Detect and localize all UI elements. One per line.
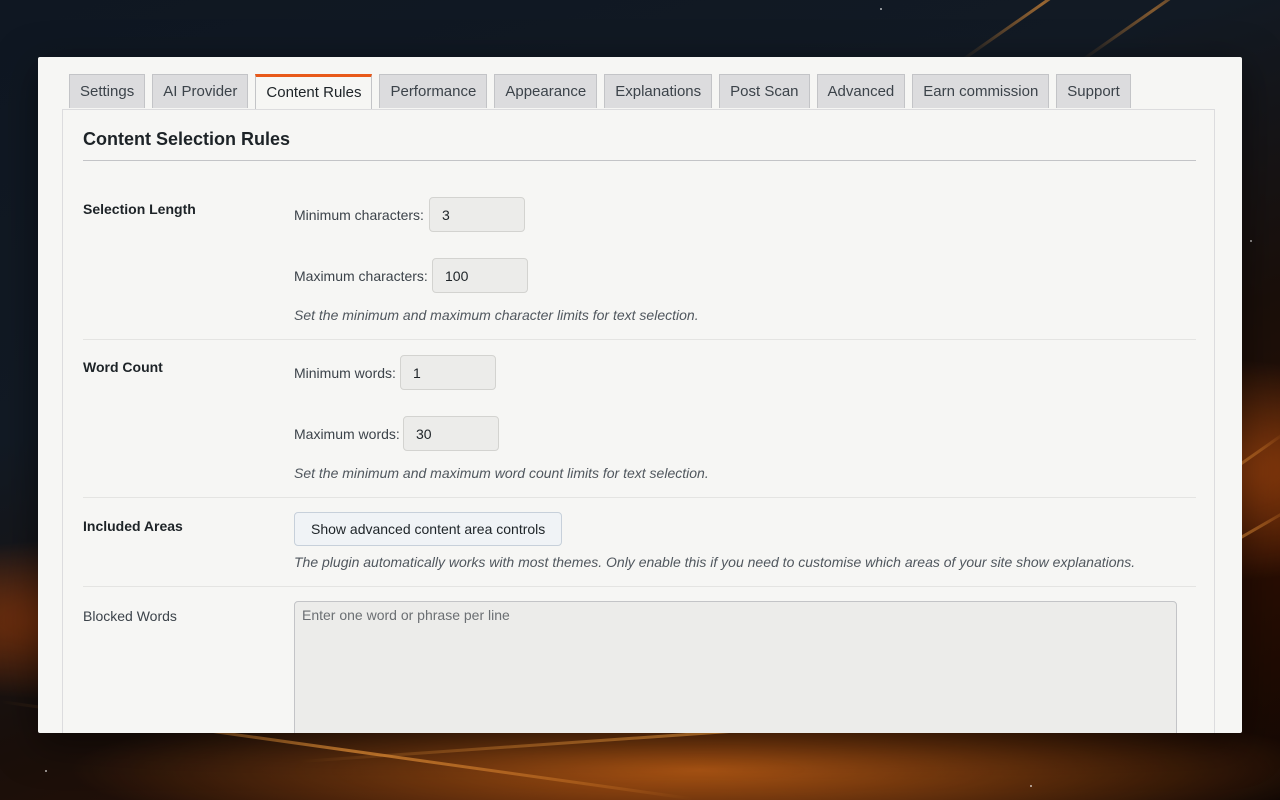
content-rules-panel: Content Selection Rules Selection Length… — [62, 109, 1215, 733]
blocked-words-label: Blocked Words — [83, 608, 177, 624]
settings-window: Settings AI Provider Content Rules Perfo… — [38, 57, 1242, 733]
tab-earn-commission[interactable]: Earn commission — [912, 74, 1050, 108]
tab-ai-provider[interactable]: AI Provider — [152, 74, 249, 108]
max-characters-input[interactable] — [432, 258, 528, 293]
included-areas-label: Included Areas — [83, 518, 183, 534]
row-divider — [83, 339, 1196, 340]
settings-tabs: Settings AI Provider Content Rules Perfo… — [69, 74, 1138, 110]
tab-post-scan[interactable]: Post Scan — [719, 74, 810, 108]
max-words-input[interactable] — [403, 416, 499, 451]
max-words-label: Maximum words: — [294, 426, 400, 442]
title-divider — [83, 160, 1196, 161]
tab-advanced[interactable]: Advanced — [816, 74, 906, 108]
row-divider — [83, 497, 1196, 498]
max-characters-label: Maximum characters: — [294, 268, 428, 284]
tab-performance[interactable]: Performance — [379, 74, 488, 108]
show-advanced-content-area-button[interactable]: Show advanced content area controls — [294, 512, 563, 546]
word-count-help: Set the minimum and maximum word count l… — [294, 465, 709, 481]
row-divider — [83, 586, 1196, 587]
min-characters-label: Minimum characters: — [294, 207, 424, 223]
min-words-input[interactable] — [400, 355, 496, 390]
tab-appearance[interactable]: Appearance — [494, 74, 598, 108]
min-words-label: Minimum words: — [294, 365, 396, 381]
min-characters-input[interactable] — [429, 197, 525, 232]
page-title: Content Selection Rules — [83, 129, 291, 149]
selection-length-label: Selection Length — [83, 201, 196, 217]
tab-settings[interactable]: Settings — [69, 74, 146, 108]
tab-content-rules[interactable]: Content Rules — [255, 74, 373, 110]
tab-support[interactable]: Support — [1056, 74, 1131, 108]
included-areas-help: The plugin automatically works with most… — [294, 554, 1136, 570]
blocked-words-textarea[interactable] — [294, 601, 1177, 733]
word-count-label: Word Count — [83, 359, 163, 375]
selection-length-help: Set the minimum and maximum character li… — [294, 307, 699, 323]
tab-explanations[interactable]: Explanations — [604, 74, 713, 108]
